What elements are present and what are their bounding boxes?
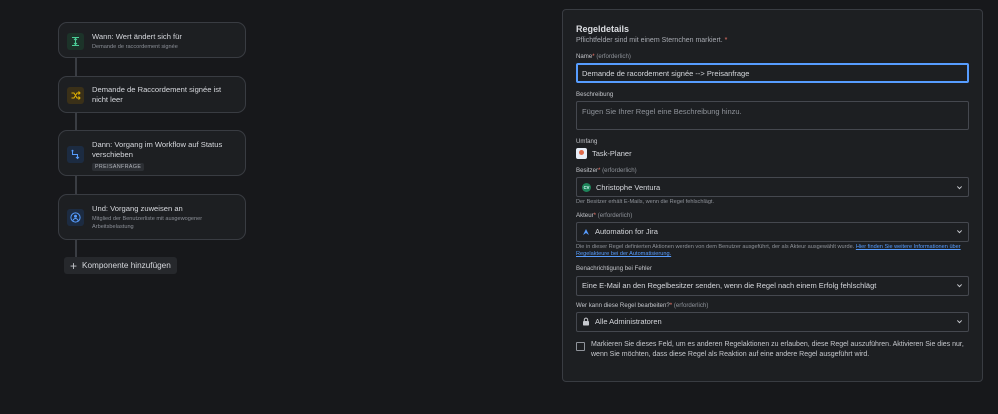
card-title: Und: Vorgang zuweisen an [92, 204, 183, 213]
owner-label: Besitzer* (erforderlich) [576, 167, 637, 174]
card-subtitle: Mitglied der Benutzerliste mit ausgewoge… [92, 216, 203, 230]
owner-select[interactable]: CV Christophe Ventura [576, 177, 969, 197]
panel-title: Regeldetails [576, 24, 630, 34]
editors-select[interactable]: Alle Administratoren [576, 311, 969, 332]
condition-card[interactable]: Demande de Raccordement signée ist nicht… [58, 76, 246, 113]
rule-details-panel: Regeldetails Pflichtfelder sind mit eine… [562, 9, 983, 382]
card-title: Demande de Raccordement signée ist nicht… [92, 85, 222, 104]
lock-icon [583, 317, 589, 326]
notify-label: Benachrichtigung bei Fehler [576, 264, 652, 272]
description-label: Beschreibung [576, 91, 614, 98]
actor-label: Akteur* (erforderlich) [576, 211, 633, 219]
scope-label: Umfang [576, 138, 598, 145]
chevron-down-icon [956, 230, 963, 234]
automation-icon [583, 228, 589, 235]
editors-label: Wer kann diese Regel bearbeiten?* (erfor… [576, 301, 709, 309]
project-avatar-icon [576, 148, 587, 159]
trigger-card[interactable]: Wann: Wert ändert sich für Demande de ra… [58, 22, 246, 58]
field-change-icon [67, 33, 84, 50]
checkbox-label: Markieren Sie dieses Feld, um es anderen… [591, 340, 964, 358]
chevron-down-icon [956, 320, 963, 324]
status-badge: PREISANFRAGE [92, 163, 145, 171]
actor-hint: Die in dieser Regel definierten Aktionen… [576, 243, 961, 258]
owner-avatar: CV [582, 182, 591, 192]
description-textarea[interactable]: Fügen Sie Ihrer Regel eine Beschreibung … [576, 101, 969, 130]
assign-user-icon [67, 209, 84, 226]
plus-icon: + [70, 258, 78, 273]
action-assign-card[interactable]: Und: Vorgang zuweisen an Mitglied der Be… [58, 194, 246, 240]
card-title: Dann: Vorgang im Workflow auf Status ver… [92, 140, 223, 159]
allow-rule-trigger-row: Markieren Sie dieses Feld, um es anderen… [576, 340, 969, 360]
card-title: Wann: Wert ändert sich für [92, 32, 182, 41]
owner-hint: Der Besitzer erhält E-Mails, wenn die Re… [576, 199, 715, 205]
shuffle-icon [67, 87, 84, 104]
name-label: Name* (erforderlich) [576, 53, 631, 60]
transition-icon [67, 146, 84, 163]
required-note: Pflichtfelder sind mit einem Sternchen m… [576, 37, 728, 44]
name-input[interactable]: Demande de racordement signée --> Preisa… [576, 63, 969, 83]
add-component-label: Komponente hinzufügen [82, 261, 171, 270]
chevron-down-icon [956, 284, 963, 288]
action-transition-card[interactable]: Dann: Vorgang im Workflow auf Status ver… [58, 130, 246, 176]
add-component-button[interactable]: + Komponente hinzufügen [64, 257, 177, 274]
chevron-down-icon [956, 185, 963, 189]
notify-select[interactable]: Eine E-Mail an den Regelbesitzer senden,… [576, 275, 969, 296]
scope-value: Task-Planer [576, 148, 969, 159]
allow-rule-trigger-checkbox[interactable] [576, 341, 585, 351]
actor-select[interactable]: Automation for Jira [576, 221, 969, 242]
card-subtitle: Demande de raccordement signée [92, 44, 178, 50]
